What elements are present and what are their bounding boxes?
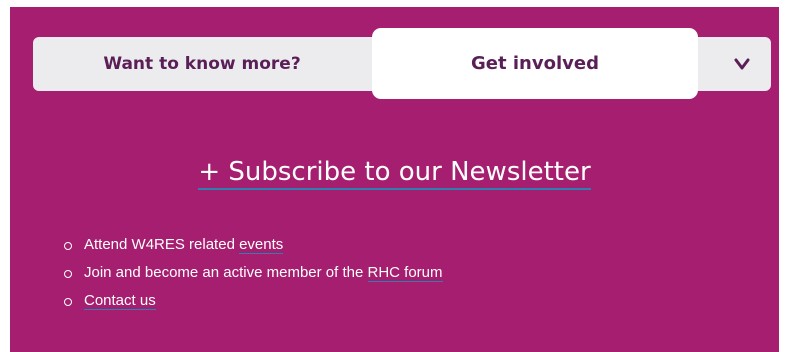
- subscribe-newsletter-link[interactable]: + Subscribe to our Newsletter: [198, 157, 591, 190]
- subscribe-newsletter-row: + Subscribe to our Newsletter: [10, 157, 779, 190]
- chevron-down-icon: [734, 58, 750, 70]
- involvement-list: Attend W4RES related events Join and bec…: [64, 235, 443, 319]
- tab-get-involved[interactable]: Get involved: [372, 28, 698, 99]
- tabs-toggle-button[interactable]: [713, 37, 771, 91]
- list-item-text: Attend W4RES related: [84, 236, 240, 253]
- tab-want-to-know-more-label: Want to know more?: [103, 54, 301, 74]
- rhc-forum-link[interactable]: RHC forum: [367, 264, 443, 282]
- get-involved-panel: Want to know more? Get involved + Subscr…: [10, 7, 779, 352]
- list-item: Contact us: [64, 291, 443, 319]
- list-item-text: Join and become an active member of the: [84, 264, 368, 281]
- tab-get-involved-label: Get involved: [471, 53, 599, 74]
- events-link[interactable]: events: [239, 236, 284, 254]
- contact-us-link[interactable]: Contact us: [84, 292, 156, 310]
- list-item: Join and become an active member of the …: [64, 263, 443, 291]
- list-item: Attend W4RES related events: [64, 235, 443, 263]
- top-strip: [0, 0, 785, 7]
- tab-want-to-know-more[interactable]: Want to know more?: [33, 37, 371, 91]
- tab-bar: Want to know more? Get involved: [33, 28, 771, 99]
